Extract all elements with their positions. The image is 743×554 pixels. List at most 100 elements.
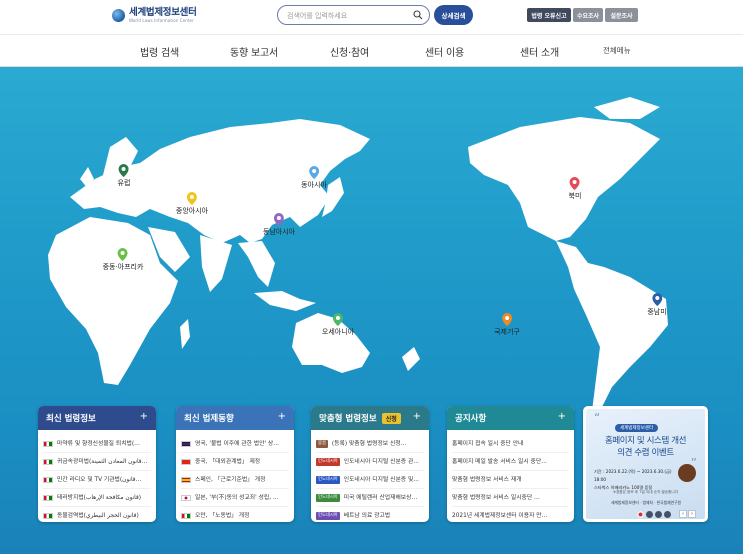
item-text: 마약류 및 향정신성물질 퇴치법(… bbox=[57, 440, 140, 447]
notice-panel: 공지사항 + 홈페이지 접속 일시 중단 안내 홈페이지 메일 발송 서비스 일… bbox=[447, 406, 574, 522]
item-text: 미국 에틸렌러 산업재해보상… bbox=[343, 494, 418, 501]
nav-trend-report[interactable]: 동향 보고서 bbox=[230, 44, 278, 59]
site-logo[interactable]: 세계법제정보센터 World Laws Information Center bbox=[112, 8, 197, 23]
region-oceania-pin[interactable]: 오세아니아 bbox=[322, 313, 354, 337]
list-item[interactable]: 맞춤형 법령정보 서비스 일시중단 … bbox=[452, 489, 569, 507]
error-report-button[interactable]: 법령 오류신고 bbox=[527, 8, 571, 22]
list-item[interactable]: 테러방지법(قانون مكافحة الإرهاب) bbox=[43, 489, 151, 507]
slide-dot-2[interactable] bbox=[646, 510, 653, 518]
japan-flag-icon bbox=[181, 494, 191, 501]
item-text: 동물검역법(قانون الحجر البيطري) bbox=[57, 513, 139, 519]
banner-org-logos: 세계법제정보센터 · 법제처 · 한국법제연구원 bbox=[610, 500, 682, 505]
latest-law-header: 최신 법령정보 + bbox=[38, 406, 156, 430]
oman-flag-icon bbox=[43, 458, 53, 465]
demand-survey-button[interactable]: 수요조사 bbox=[573, 8, 603, 22]
apply-tag[interactable]: 신청 bbox=[381, 412, 401, 424]
list-item[interactable]: 맞춤형 법령정보 서비스 재개 bbox=[452, 471, 569, 489]
region-east-asia-pin[interactable]: 동아시아 bbox=[301, 166, 327, 190]
item-text: 맞춤형 법령정보 서비스 재개 bbox=[452, 476, 522, 483]
search-input[interactable] bbox=[287, 9, 407, 22]
plus-icon[interactable]: + bbox=[278, 411, 286, 422]
quote-open-icon: “ bbox=[594, 411, 601, 425]
region-middle-east-africa-pin[interactable]: 중동·아프리카 bbox=[103, 248, 143, 272]
country-badge: 인도네시아 bbox=[316, 512, 340, 520]
list-item[interactable]: 인도네시아 인도네시아 디지털 신분증 및… bbox=[316, 471, 424, 489]
nav-law-search[interactable]: 법령 검색 bbox=[140, 44, 179, 59]
region-central-asia-pin[interactable]: 중앙아시아 bbox=[176, 192, 208, 216]
plus-icon[interactable]: + bbox=[558, 411, 566, 422]
item-text: 민간 라디오 및 TV 기관법(قانون… bbox=[57, 476, 142, 483]
item-text: 테러방지법(قانون مكافحة الإرهاب) bbox=[57, 494, 141, 501]
list-item[interactable]: 민간 라디오 및 TV 기관법(قانون… bbox=[43, 471, 151, 489]
item-text: 2021년 세계법제정보센터 이용자 만… bbox=[452, 513, 548, 519]
list-item[interactable]: 마약류 및 향정신성물질 퇴치법(… bbox=[43, 435, 151, 453]
list-item[interactable]: 스페인, 「근로기준법」 개정 bbox=[181, 471, 289, 489]
latest-trend-header: 최신 법제동향 + bbox=[176, 406, 294, 430]
list-item[interactable]: 2021년 세계법제정보센터 이용자 만… bbox=[452, 507, 569, 522]
list-item[interactable]: 일본, '부(不)동의 성교죄' 성립, … bbox=[181, 489, 289, 507]
item-text: 일본, '부(不)동의 성교죄' 성립, … bbox=[195, 494, 279, 501]
item-text: 맞춤형 법령정보 서비스 일시중단 … bbox=[452, 494, 540, 501]
map-marker-icon bbox=[332, 313, 343, 326]
item-text: 스페인, 「근로기준법」 개정 bbox=[195, 476, 266, 483]
region-international-org-pin[interactable]: 국제기구 bbox=[494, 313, 520, 337]
list-item[interactable]: 영국, '불법 이주에 관한 법안' 상… bbox=[181, 435, 289, 453]
region-label: 북미 bbox=[568, 192, 582, 200]
item-text: 인도네시아 디지털 신분증 및… bbox=[343, 476, 420, 483]
item-text: 중국, 「대외관계법」 제정 bbox=[195, 458, 261, 465]
item-text: 오만, 「노동법」 개정 bbox=[195, 513, 250, 519]
map-marker-icon bbox=[651, 293, 662, 306]
item-text: 홈페이지 메일 발송 서비스 일시 중단… bbox=[452, 458, 548, 465]
china-flag-icon bbox=[181, 458, 191, 465]
map-marker-icon bbox=[186, 192, 197, 205]
panel-title: 최신 법제동향 bbox=[184, 414, 234, 424]
item-text: 홈페이지 접속 일시 중단 안내 bbox=[452, 440, 524, 447]
item-text: 귀금속광미법(قانون المعادن الثمينة… bbox=[57, 458, 148, 465]
plus-icon[interactable]: + bbox=[413, 411, 421, 422]
region-latin-america-pin[interactable]: 중남미 bbox=[647, 293, 667, 317]
nav-center-use[interactable]: 센터 이용 bbox=[425, 44, 464, 59]
plus-icon[interactable]: + bbox=[140, 411, 148, 422]
list-item[interactable]: 몽골 (등록) 맞춤형 법령정보 신청… bbox=[316, 435, 424, 453]
event-banner[interactable]: “ 세계법제정보센터 홈페이지 및 시스템 개선 의견 수렴 이벤트 ” 기간 … bbox=[583, 406, 708, 522]
custom-law-panel: 맞춤형 법령정보 신청 + 몽골 (등록) 맞춤형 법령정보 신청… 인도네시아 인… bbox=[311, 406, 429, 522]
oman-flag-icon bbox=[43, 440, 53, 447]
latest-law-panel: 최신 법령정보 + 마약류 및 향정신성물질 퇴치법(… 귀금속광미법(قانو… bbox=[38, 406, 156, 522]
logo-name: 세계법제정보센터 bbox=[129, 7, 197, 18]
region-europe-pin[interactable]: 유럽 bbox=[118, 164, 130, 188]
region-label: 중앙아시아 bbox=[175, 207, 209, 215]
spain-flag-icon bbox=[181, 476, 191, 483]
banner-title-line1: 홈페이지 및 시스템 개선 bbox=[604, 436, 687, 446]
search-icon[interactable] bbox=[413, 10, 423, 20]
custom-law-header: 맞춤형 법령정보 신청 + bbox=[311, 406, 429, 430]
list-item[interactable]: 인도네시아 베트남 의료 광고법 bbox=[316, 507, 424, 522]
list-item[interactable]: 인도네시아 인도네시아 디지털 신분증 관… bbox=[316, 453, 424, 471]
slide-dot-1[interactable] bbox=[637, 510, 644, 518]
list-item[interactable]: 홈페이지 접속 일시 중단 안내 bbox=[452, 435, 569, 453]
region-southeast-asia-pin[interactable]: 동남아시아 bbox=[263, 213, 295, 237]
panel-title: 공지사항 bbox=[455, 414, 487, 424]
list-item[interactable]: 중국, 「대외관계법」 제정 bbox=[181, 453, 289, 471]
nav-center-intro[interactable]: 센터 소개 bbox=[520, 44, 559, 59]
nav-all-menu[interactable]: 전체메뉴 bbox=[603, 45, 631, 56]
list-item[interactable]: 인도네시아 미국 에틸렌러 산업재해보상… bbox=[316, 489, 424, 507]
advanced-search-button[interactable]: 상세검색 bbox=[434, 5, 473, 25]
item-text: (등록) 맞춤형 법령정보 신청… bbox=[331, 440, 407, 447]
survey-button[interactable]: 설문조사 bbox=[605, 8, 638, 22]
nav-apply-participate[interactable]: 신청·참여 bbox=[330, 44, 369, 59]
oman-flag-icon bbox=[181, 513, 191, 519]
country-badge: 몽골 bbox=[316, 439, 328, 448]
slide-dot-3[interactable] bbox=[655, 510, 662, 518]
region-label: 오세아니아 bbox=[321, 328, 355, 336]
region-north-america-pin[interactable]: 북미 bbox=[568, 177, 582, 201]
list-item[interactable]: 홈페이지 메일 발송 서비스 일시 중단… bbox=[452, 453, 569, 471]
logo-subtitle: World Laws Information Center bbox=[129, 18, 194, 23]
slide-dot-4[interactable] bbox=[664, 510, 671, 518]
country-badge: 인도네시아 bbox=[316, 475, 340, 484]
list-item[interactable]: 오만, 「노동법」 개정 bbox=[181, 507, 289, 522]
latest-trend-panel: 최신 법제동향 + 영국, '불법 이주에 관한 법안' 상… 중국, 「대외관… bbox=[176, 406, 294, 522]
list-item[interactable]: 동물검역법(قانون الحجر البيطري) bbox=[43, 507, 151, 522]
prev-arrow-icon[interactable]: ‹ bbox=[679, 510, 687, 518]
next-arrow-icon[interactable]: › bbox=[688, 510, 696, 518]
list-item[interactable]: 귀금속광미법(قانون المعادن الثمينة… bbox=[43, 453, 151, 471]
